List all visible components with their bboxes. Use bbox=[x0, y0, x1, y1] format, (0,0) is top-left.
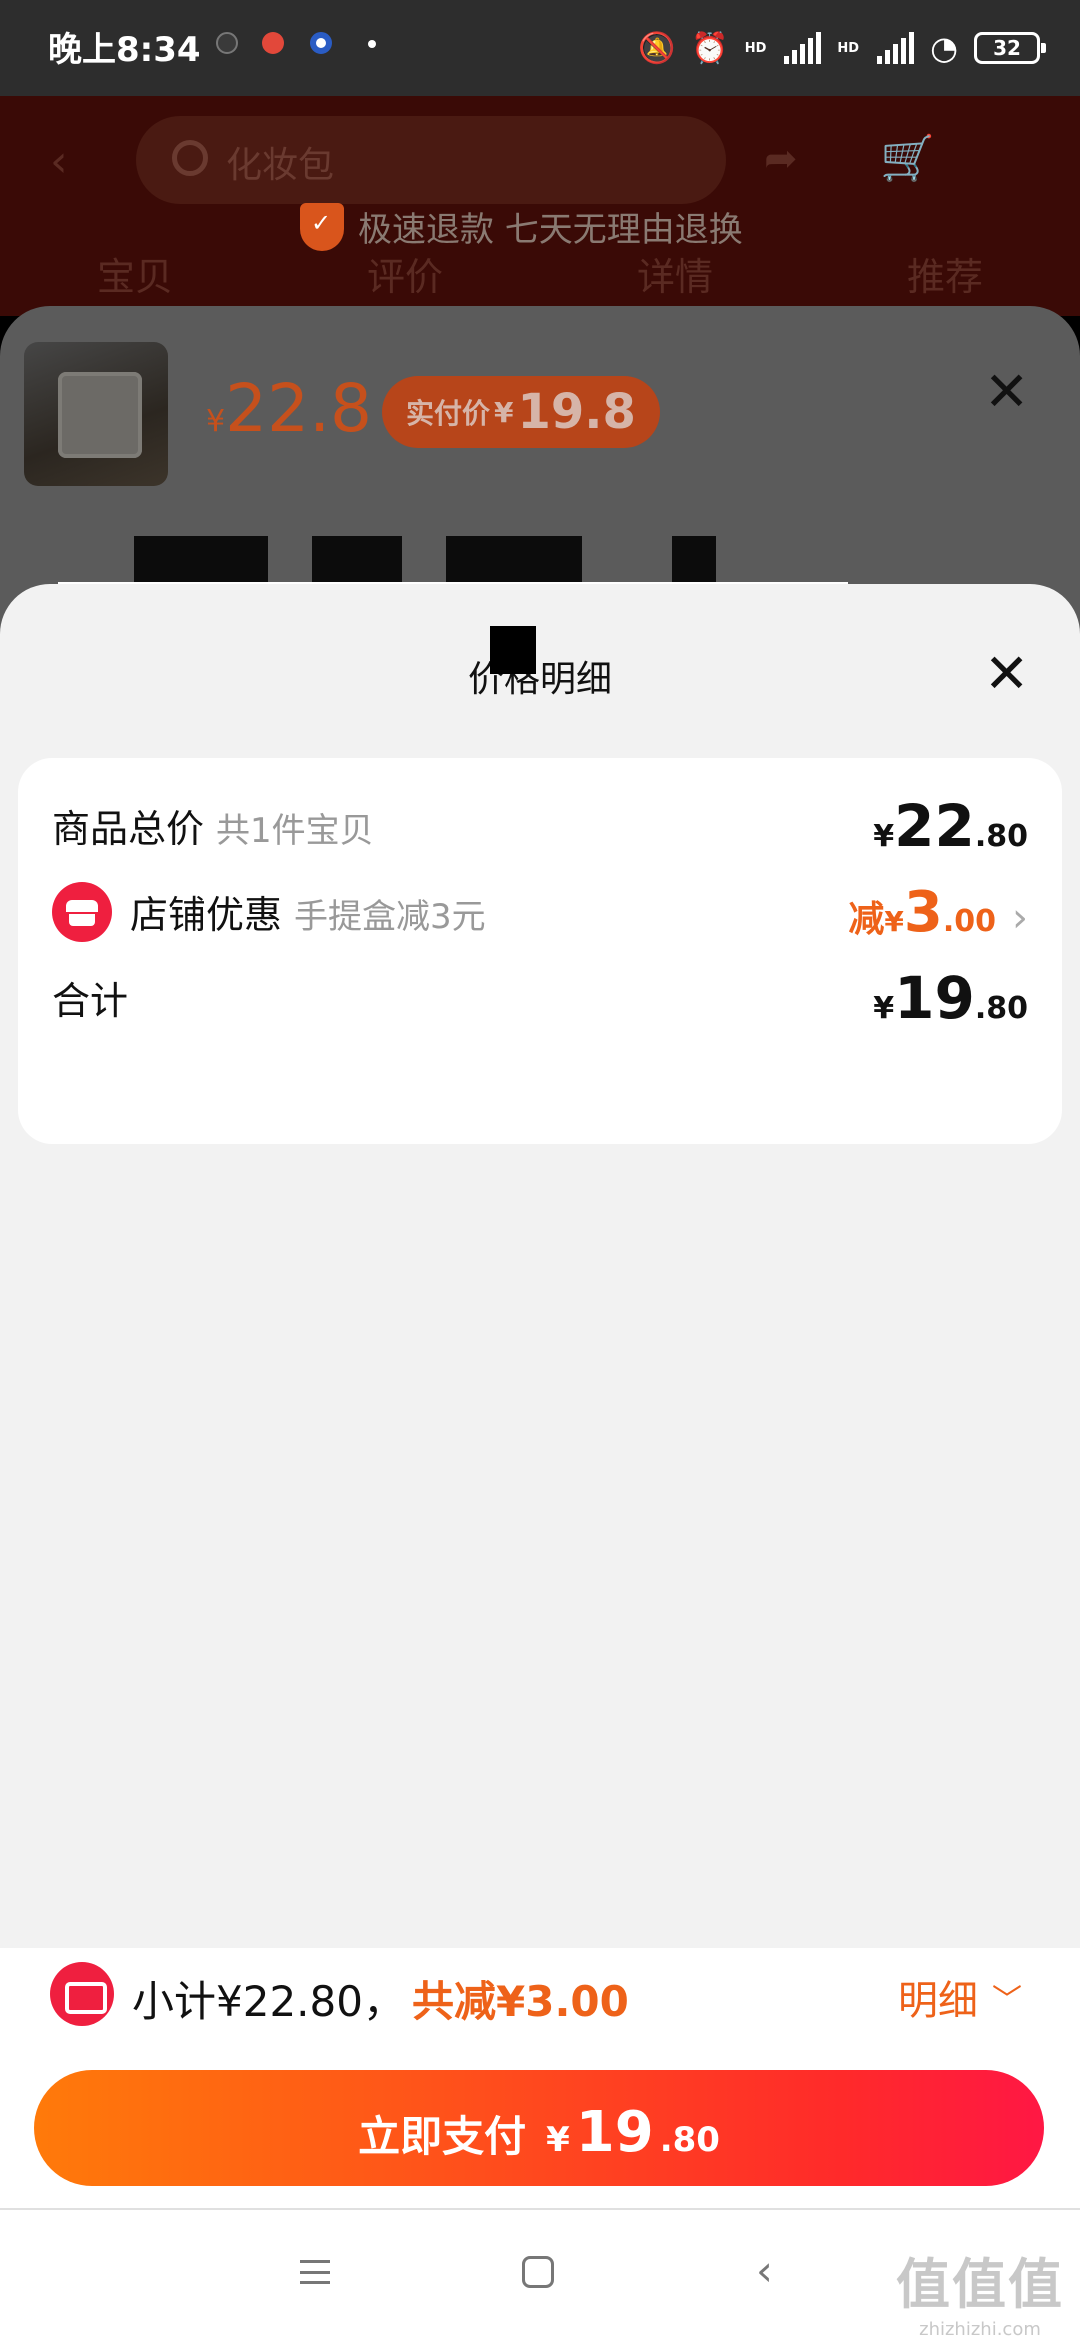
hd-label: HD bbox=[837, 40, 860, 56]
pay-now-button[interactable]: 立即支付 ¥ 19 .80 bbox=[34, 2070, 1044, 2186]
share-icon[interactable]: ➦ bbox=[764, 136, 798, 182]
pay-amount-decimal: .80 bbox=[659, 2120, 720, 2160]
back-icon[interactable]: ‹ bbox=[50, 136, 68, 187]
detail-label: 明细 bbox=[898, 1978, 978, 2024]
actual-price-badge: 实付价 ¥ 19.8 bbox=[382, 376, 660, 448]
guarantee-text: 极速退款 七天无理由退换 bbox=[358, 210, 743, 250]
actual-price-value: 19.8 bbox=[517, 384, 636, 440]
row-label: 店铺优惠 手提盒减3元 bbox=[130, 884, 486, 939]
system-nav-bar: ‹ 值值值 zhizhizhi.com bbox=[0, 2208, 1080, 2340]
tab-recommend[interactable]: 推荐 bbox=[907, 246, 983, 301]
price-value: 22.8 bbox=[225, 370, 373, 447]
tab-reviews[interactable]: 评价 bbox=[367, 246, 443, 301]
back-icon[interactable]: ‹ bbox=[756, 2246, 773, 2295]
chevron-right-icon: › bbox=[1012, 895, 1028, 941]
coupon-icon bbox=[50, 1962, 114, 2026]
amount-decimal: .80 bbox=[974, 991, 1028, 1026]
guarantee-banner: 极速退款 七天无理由退换 bbox=[300, 202, 743, 251]
close-icon[interactable]: ✕ bbox=[984, 360, 1029, 423]
cart-icon[interactable]: 🛒 bbox=[880, 132, 935, 184]
status-icons: 🔕 ⏰ HD HD ◔ 32 bbox=[638, 24, 1046, 72]
mute-icon: 🔕 bbox=[638, 30, 676, 66]
currency-symbol: ¥ bbox=[206, 404, 226, 439]
row-label: 商品总价 共1件宝贝 bbox=[52, 798, 374, 853]
amount-integer: 22 bbox=[894, 792, 975, 860]
pay-amount-integer: 19 bbox=[575, 2100, 654, 2165]
sheet-title: 价格明细 bbox=[467, 659, 612, 700]
shop-icon bbox=[52, 882, 112, 942]
discount-prefix: 减 bbox=[848, 899, 885, 940]
amount-decimal: .80 bbox=[974, 819, 1028, 854]
close-icon[interactable]: ✕ bbox=[984, 642, 1029, 705]
amount-decimal: .00 bbox=[942, 904, 996, 939]
signal-icon bbox=[877, 32, 915, 64]
alarm-icon: ⏰ bbox=[691, 30, 729, 66]
total-label: 合计 bbox=[52, 979, 129, 1023]
shop-discount-label: 店铺优惠 bbox=[130, 893, 283, 937]
amount-integer: 3 bbox=[903, 880, 943, 945]
currency-symbol: ¥ bbox=[884, 905, 904, 938]
watermark-site: zhizhizhi.com bbox=[919, 2319, 1041, 2340]
notification-icon bbox=[216, 32, 238, 54]
watermark: 值值值 zhizhizhi.com bbox=[896, 2240, 1064, 2340]
chevron-down-icon: ﹀ bbox=[992, 1983, 1022, 2018]
status-time: 晚上8:34 bbox=[48, 30, 201, 70]
currency-symbol: ¥ bbox=[873, 991, 895, 1026]
subtotal-text: 小计¥22.80， bbox=[132, 1977, 405, 2026]
notification-icon bbox=[262, 32, 284, 54]
checkout-bar: 小计¥22.80， 共减¥3.00 明细 ﹀ 立即支付 ¥ 19 .80 bbox=[0, 1948, 1080, 2208]
pay-label: 立即支付 bbox=[358, 2112, 527, 2161]
hd-label: HD bbox=[744, 40, 767, 56]
goods-total-label: 商品总价 bbox=[52, 807, 205, 851]
price-breakdown-card: 商品总价 共1件宝贝 ¥ 22 .80 店铺优惠 手提盒减3元 减 ¥ 3 .00 … bbox=[18, 758, 1062, 1144]
notification-icon bbox=[310, 32, 332, 54]
total-amount: ¥ 19 .80 bbox=[873, 964, 1028, 1032]
product-thumbnail[interactable] bbox=[24, 342, 168, 486]
tab-baobei[interactable]: 宝贝 bbox=[97, 246, 173, 301]
signal-icon bbox=[784, 32, 822, 64]
sku-price: ¥ 22.8 bbox=[206, 370, 372, 447]
menu-icon[interactable] bbox=[300, 2260, 330, 2284]
search-icon bbox=[172, 140, 208, 176]
amount-integer: 19 bbox=[894, 964, 975, 1032]
discount-description: 手提盒减3元 bbox=[294, 897, 486, 937]
shield-icon bbox=[300, 202, 344, 251]
status-bar: 晚上8:34 🔕 ⏰ HD HD ◔ 32 bbox=[0, 0, 1080, 96]
item-count: 共1件宝贝 bbox=[216, 811, 374, 851]
goods-total-amount: ¥ 22 .80 bbox=[873, 792, 1028, 860]
product-tabs: 宝贝 评价 详情 推荐 bbox=[0, 246, 1080, 301]
total-row: 合计 ¥ 19 .80 bbox=[18, 940, 1062, 1050]
tab-details[interactable]: 详情 bbox=[637, 246, 713, 301]
battery-icon: 32 bbox=[974, 32, 1046, 64]
currency-symbol: ¥ bbox=[873, 819, 895, 854]
search-text: 化妆包 bbox=[226, 145, 335, 186]
product-header: ‹ 化妆包 ➦ 🛒 极速退款 七天无理由退换 宝贝 评价 详情 推荐 bbox=[0, 96, 1080, 316]
watermark-logo: 值值值 bbox=[896, 2253, 1064, 2316]
search-bar[interactable]: 化妆包 bbox=[136, 116, 726, 204]
currency-symbol: ¥ bbox=[546, 2120, 570, 2160]
discount-amount: 减 ¥ 3 .00 › bbox=[848, 880, 1028, 945]
actual-price-label: 实付价 bbox=[406, 397, 491, 430]
currency-symbol: ¥ bbox=[494, 395, 514, 429]
more-notifications-dot bbox=[368, 40, 376, 48]
redacted-block bbox=[490, 626, 536, 674]
wifi-icon: ◔ bbox=[930, 29, 958, 67]
home-icon[interactable] bbox=[522, 2256, 554, 2288]
saved-text: 共减¥3.00 bbox=[412, 1977, 629, 2026]
detail-toggle[interactable]: 明细 ﹀ bbox=[898, 1968, 1022, 2026]
